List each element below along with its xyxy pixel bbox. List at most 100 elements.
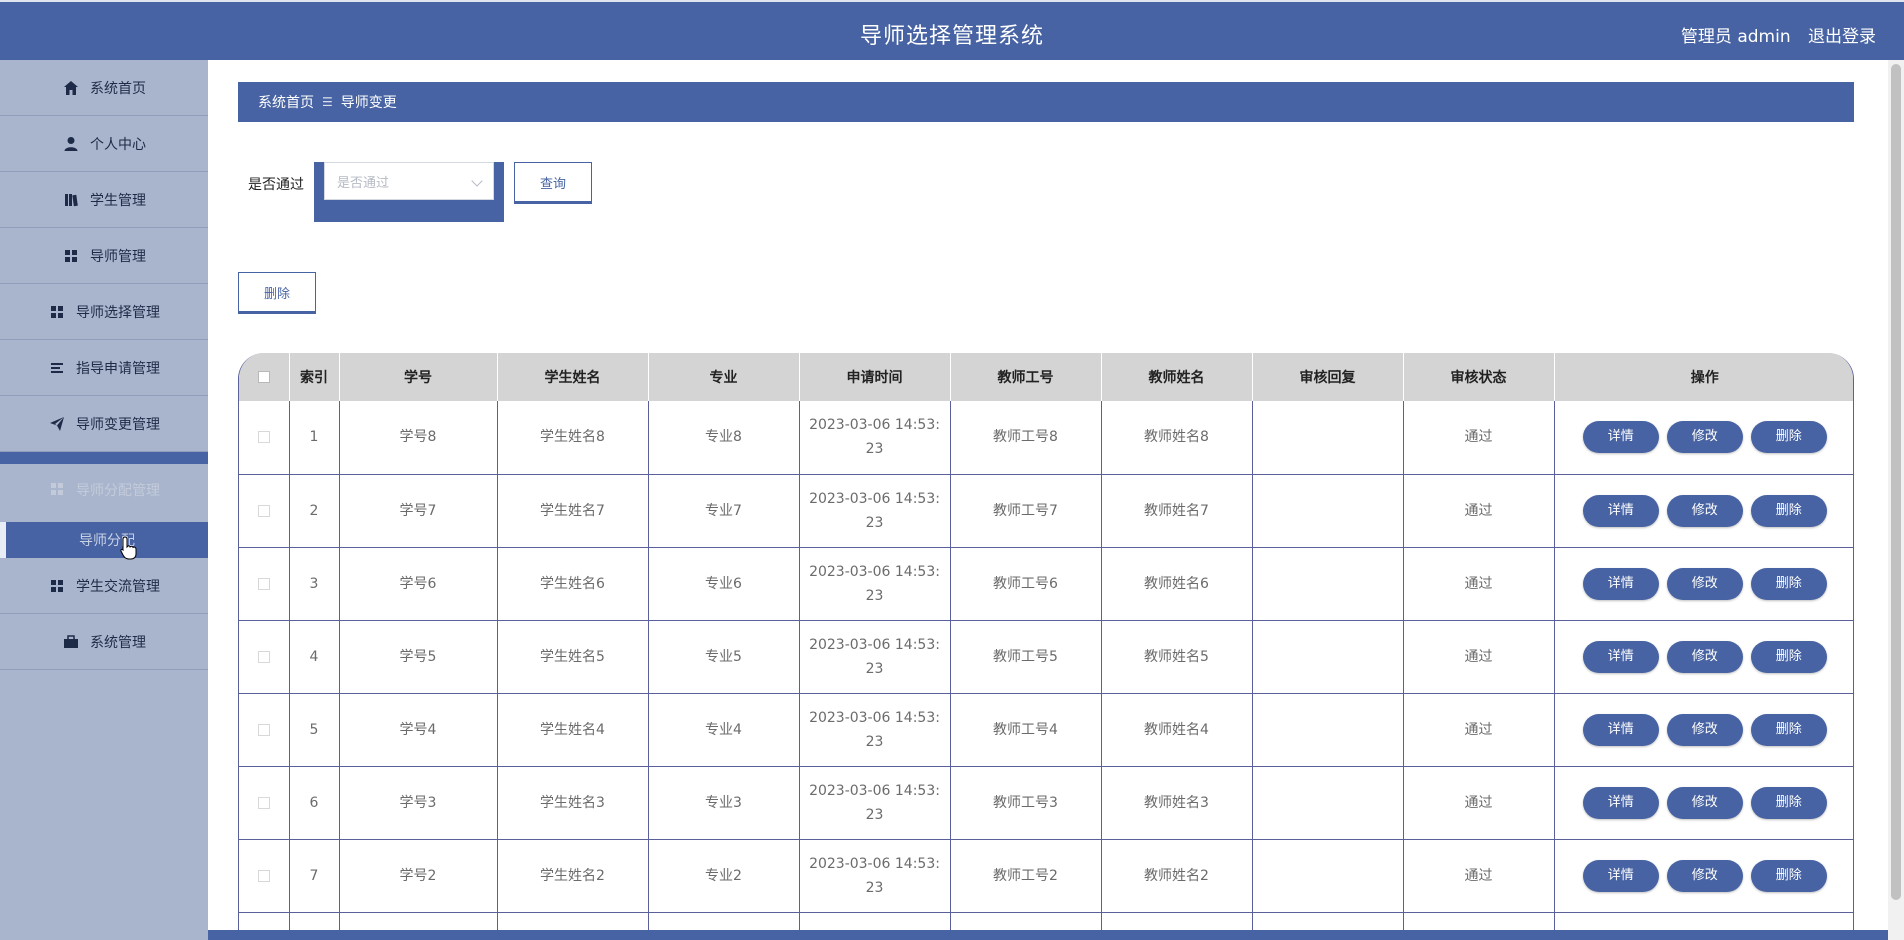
table-header-row: 索引 学号 学生姓名 专业 申请时间 教师工号 教师姓名 审核回复 审核状态 操… xyxy=(239,353,1853,401)
row-checkbox[interactable] xyxy=(257,504,270,517)
delete-button[interactable]: 删除 xyxy=(1750,494,1827,527)
select-all-checkbox[interactable] xyxy=(257,371,270,383)
column-header: 审核回复 xyxy=(1252,353,1404,401)
detail-button[interactable]: 详情 xyxy=(1582,567,1659,600)
edit-button[interactable]: 修改 xyxy=(1666,713,1743,746)
sidebar-item-teachers[interactable]: 导师管理 xyxy=(0,228,208,284)
edit-button[interactable]: 修改 xyxy=(1666,421,1743,454)
row-select-cell xyxy=(239,401,290,475)
cell-student-name: 学生姓名8 xyxy=(497,401,649,475)
cell-status: 通过 xyxy=(1403,620,1555,694)
row-checkbox[interactable] xyxy=(257,650,270,663)
sidebar-item-label: 导师变更管理 xyxy=(76,416,160,433)
cell-teacher-name: 教师姓名4 xyxy=(1101,693,1253,767)
delete-button[interactable]: 删除 xyxy=(1750,421,1827,454)
table-row: 7 学号2 学生姓名2 专业2 2023-03-06 14:53:23 教师工号2 教师姓名… xyxy=(239,839,1853,913)
sidebar-item-label: 指导申请管理 xyxy=(76,360,160,377)
query-button[interactable]: 查询 xyxy=(514,162,592,202)
sidebar-subitem-allocation[interactable]: 导师分配 xyxy=(0,522,208,558)
delete-button[interactable]: 删除 xyxy=(1750,640,1827,673)
row-select-cell xyxy=(239,839,290,913)
cell-index: 1 xyxy=(289,401,340,475)
cell-teacher-id: 教师工号7 xyxy=(950,474,1102,548)
cell-major: 专业8 xyxy=(648,401,800,475)
row-checkbox[interactable] xyxy=(257,869,270,882)
top-bar: 导师选择管理系统 管理员 admin 退出登录 xyxy=(0,0,1904,60)
grid-icon xyxy=(48,480,66,498)
grid-icon xyxy=(62,247,80,265)
cell-actions: 详情修改删除 xyxy=(1554,839,1853,913)
cell-apply-time: 2023-03-06 14:53:23 xyxy=(799,620,951,694)
cell-index: 7 xyxy=(289,839,340,913)
page-scrollbar[interactable] xyxy=(1888,60,1904,940)
sidebar-item-student-exchange[interactable]: 学生交流管理 xyxy=(0,558,208,614)
cell-reply xyxy=(1252,839,1404,913)
detail-button[interactable]: 详情 xyxy=(1582,640,1659,673)
cell-teacher-id: 教师工号3 xyxy=(950,766,1102,840)
delete-button[interactable]: 删除 xyxy=(1750,859,1827,892)
edit-button[interactable]: 修改 xyxy=(1666,494,1743,527)
cell-apply-time: 2023-03-06 14:53:23 xyxy=(799,693,951,767)
cell-apply-time: 2023-03-06 14:53:23 xyxy=(799,766,951,840)
filter-label: 是否通过 xyxy=(248,177,304,193)
cell-index: 4 xyxy=(289,620,340,694)
cell-student-id: 学号3 xyxy=(339,766,498,840)
sidebar-item-students[interactable]: 学生管理 xyxy=(0,172,208,228)
row-checkbox[interactable] xyxy=(257,431,270,444)
cell-reply xyxy=(1252,547,1404,621)
sidebar-item-teacher-selection[interactable]: 导师选择管理 xyxy=(0,284,208,340)
edit-button[interactable]: 修改 xyxy=(1666,859,1743,892)
delete-button[interactable]: 删除 xyxy=(1750,713,1827,746)
detail-button[interactable]: 详情 xyxy=(1582,859,1659,892)
cell-status: 通过 xyxy=(1403,401,1555,475)
row-checkbox[interactable] xyxy=(257,577,270,590)
scrollbar-thumb[interactable] xyxy=(1891,64,1901,900)
row-select-cell xyxy=(239,766,290,840)
detail-button[interactable]: 详情 xyxy=(1582,786,1659,819)
sidebar-item-system[interactable]: 系统管理 xyxy=(0,614,208,670)
cell-reply xyxy=(1252,693,1404,767)
batch-delete-button[interactable]: 删除 xyxy=(238,272,316,312)
logout-link[interactable]: 退出登录 xyxy=(1808,27,1876,47)
row-checkbox[interactable] xyxy=(257,723,270,736)
cell-student-name: 学生姓名5 xyxy=(497,620,649,694)
row-select-cell xyxy=(239,474,290,548)
cell-status: 通过 xyxy=(1403,766,1555,840)
detail-button[interactable]: 详情 xyxy=(1582,713,1659,746)
row-checkbox[interactable] xyxy=(257,796,270,809)
sidebar-item-label: 学生交流管理 xyxy=(76,578,160,595)
breadcrumb-home[interactable]: 系统首页 xyxy=(258,92,314,112)
cell-index: 3 xyxy=(289,547,340,621)
edit-button[interactable]: 修改 xyxy=(1666,567,1743,600)
detail-button[interactable]: 详情 xyxy=(1582,421,1659,454)
cell-student-id: 学号8 xyxy=(339,401,498,475)
sidebar-item-guidance-requests[interactable]: 指导申请管理 xyxy=(0,340,208,396)
edit-button[interactable]: 修改 xyxy=(1666,786,1743,819)
edit-button[interactable]: 修改 xyxy=(1666,640,1743,673)
grid-icon xyxy=(48,577,66,595)
sidebar-item-teacher-allocation[interactable]: 导师分配管理 xyxy=(0,452,208,522)
book-icon xyxy=(62,191,80,209)
cell-student-id: 学号5 xyxy=(339,620,498,694)
approval-status-select[interactable]: 是否通过 xyxy=(324,162,494,200)
cell-major: 专业3 xyxy=(648,766,800,840)
cell-reply xyxy=(1252,401,1404,475)
cell-teacher-name: 教师姓名8 xyxy=(1101,401,1253,475)
detail-button[interactable]: 详情 xyxy=(1582,494,1659,527)
sidebar-item-label: 学生管理 xyxy=(90,192,146,209)
delete-button[interactable]: 删除 xyxy=(1750,786,1827,819)
sidebar-item-profile[interactable]: 个人中心 xyxy=(0,116,208,172)
sidebar-item-home[interactable]: 系统首页 xyxy=(0,60,208,116)
cell-student-name: 学生姓名2 xyxy=(497,839,649,913)
delete-button[interactable]: 删除 xyxy=(1750,567,1827,600)
cell-student-name: 学生姓名6 xyxy=(497,547,649,621)
select-placeholder: 是否通过 xyxy=(337,175,390,191)
cell-status: 通过 xyxy=(1403,547,1555,621)
cell-major: 专业4 xyxy=(648,693,800,767)
column-header: 学生姓名 xyxy=(497,353,649,401)
breadcrumb: 系统首页 ☰ 导师变更 xyxy=(238,82,1854,122)
sidebar-item-teacher-change[interactable]: 导师变更管理 xyxy=(0,396,208,452)
cell-student-id: 学号6 xyxy=(339,547,498,621)
column-header: 操作 xyxy=(1554,353,1853,401)
row-select-cell xyxy=(239,693,290,767)
